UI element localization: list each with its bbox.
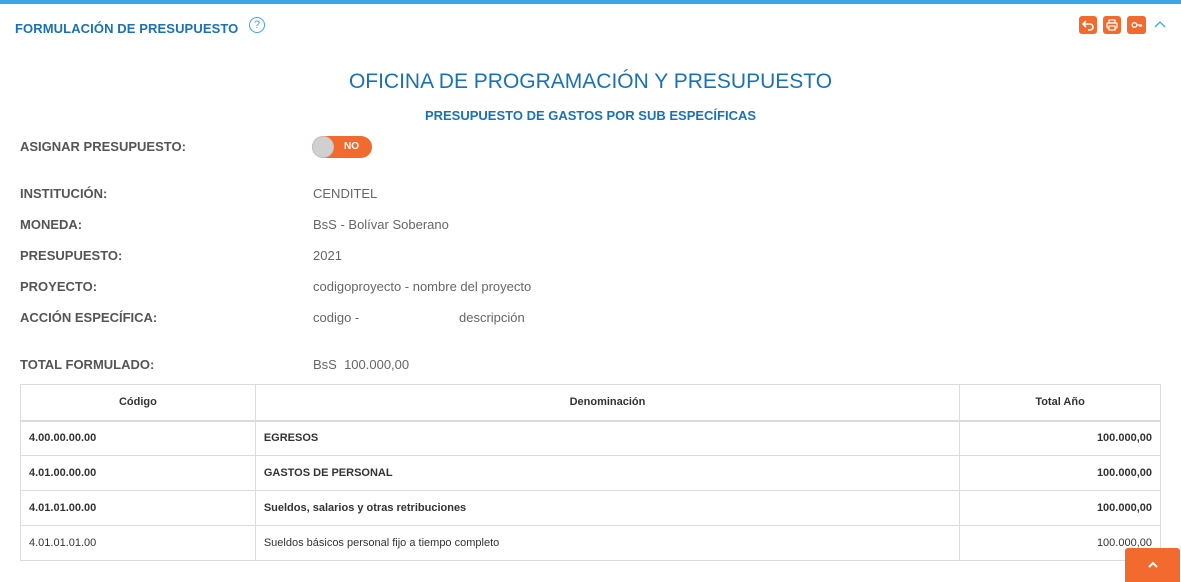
project-label: PROYECTO: xyxy=(20,279,98,294)
budget-year-value: 2021 xyxy=(313,248,342,263)
currency-label: MONEDA: xyxy=(20,217,83,232)
table-row: 4.00.00.00.00 EGRESOS 100.000,00 xyxy=(20,420,1161,456)
assign-budget-label: ASIGNAR PRESUPUESTO: xyxy=(20,139,186,154)
table-row: 4.01.01.00.00 Sueldos, salarios y otras … xyxy=(20,490,1161,526)
total-formulated-value: BsS 100.000,00 xyxy=(313,357,410,372)
row-denomination: GASTOS DE PERSONAL xyxy=(254,455,961,491)
key-button[interactable] xyxy=(1127,16,1146,34)
print-button[interactable] xyxy=(1103,16,1121,34)
back-button[interactable] xyxy=(1079,16,1097,34)
card-header: FORMULACIÓN DE PRESUPUESTO ? xyxy=(0,4,1181,50)
budget-table: Código Denominación Total Año 4.00.00.00… xyxy=(20,384,1161,561)
header-total[interactable]: Total Año xyxy=(959,384,1161,422)
specific-action-code: codigo - xyxy=(313,310,360,325)
toggle-state-label: NO xyxy=(344,141,359,152)
row-denomination: Sueldos básicos personal fijo a tiempo c… xyxy=(254,525,961,561)
row-denomination: EGRESOS xyxy=(254,420,961,456)
header-code[interactable]: Código xyxy=(20,384,256,422)
toggle-knob xyxy=(312,136,334,158)
table-header-row: Código Denominación Total Año xyxy=(20,384,1161,422)
sub-title: PRESUPUESTO DE GASTOS POR SUB ESPECÍFICA… xyxy=(424,108,757,123)
print-icon xyxy=(1106,19,1118,31)
chevron-up-icon[interactable] xyxy=(1153,17,1167,31)
main-title: OFICINA DE PROGRAMACIÓN Y PRESUPUESTO xyxy=(348,70,833,93)
institution-label: INSTITUCIÓN: xyxy=(20,186,108,201)
scroll-to-top-button[interactable] xyxy=(1125,548,1180,582)
project-value: codigoproyecto - nombre del proyecto xyxy=(313,279,532,294)
row-code: 4.01.00.00.00 xyxy=(20,455,256,491)
row-code: 4.01.01.01.00 xyxy=(20,525,256,561)
chevron-up-icon xyxy=(1147,561,1158,568)
budget-year-label: PRESUPUESTO: xyxy=(20,248,123,263)
row-code: 4.00.00.00.00 xyxy=(20,420,256,456)
help-icon[interactable]: ? xyxy=(249,17,265,33)
row-denomination: Sueldos, salarios y otras retribuciones xyxy=(254,490,961,526)
total-formulated-label: TOTAL FORMULADO: xyxy=(20,357,155,372)
table-row: 4.01.01.01.00 Sueldos básicos personal f… xyxy=(20,525,1161,561)
row-total: 100.000,00 xyxy=(959,420,1161,456)
specific-action-label: ACCIÓN ESPECÍFICA: xyxy=(20,310,158,325)
undo-icon xyxy=(1082,20,1094,31)
key-icon xyxy=(1131,22,1142,28)
specific-action-description: descripción xyxy=(459,310,525,325)
row-total: 100.000,00 xyxy=(959,455,1161,491)
assign-budget-toggle[interactable]: NO xyxy=(312,136,372,158)
header-denomination[interactable]: Denominación xyxy=(254,384,961,422)
currency-value: BsS - Bolívar Soberano xyxy=(313,217,449,232)
table-row: 4.01.00.00.00 GASTOS DE PERSONAL 100.000… xyxy=(20,455,1161,491)
card-title: FORMULACIÓN DE PRESUPUESTO xyxy=(15,21,239,36)
row-code: 4.01.01.00.00 xyxy=(20,490,256,526)
row-total: 100.000,00 xyxy=(959,490,1161,526)
institution-value: CENDITEL xyxy=(313,186,378,201)
